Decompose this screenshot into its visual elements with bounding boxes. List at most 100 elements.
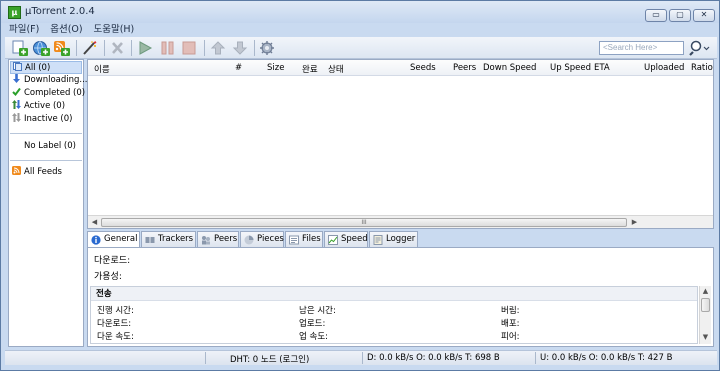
column-header-seeds[interactable]: Seeds — [410, 63, 436, 73]
field-time-elapsed: 진행 시간: — [97, 306, 134, 316]
sidebar-item-all[interactable]: All (0) — [10, 61, 82, 74]
tab-label: Peers — [214, 234, 238, 244]
app-window: µ µTorrent 2.0.4 ▭ ▢ ✕ 파일(F) 옵션(O) 도움말(H… — [0, 0, 720, 371]
torrent-list[interactable]: 이름 # Size 완료 상태 Seeds Peers Down Speed U… — [87, 59, 714, 229]
pause-icon[interactable] — [159, 40, 177, 56]
availability-label: 가용성: — [94, 272, 122, 282]
sidebar-item-downloading[interactable]: Downloading... — [12, 74, 88, 87]
pieces-icon — [244, 235, 254, 245]
tab-label: Logger — [386, 234, 416, 244]
toolbar-separator — [104, 40, 105, 56]
transfer-title: 전송 — [91, 287, 697, 301]
sidebar-item-all-feeds[interactable]: All Feeds — [12, 166, 62, 179]
preferences-icon[interactable] — [259, 40, 277, 56]
tab-trackers[interactable]: Trackers — [141, 231, 196, 247]
sidebar-item-label: Active (0) — [24, 101, 66, 111]
sidebar-item-label: All Feeds — [24, 167, 62, 177]
column-header-name[interactable]: 이름 — [94, 63, 110, 75]
status-separator — [535, 352, 536, 364]
move-down-icon[interactable] — [232, 40, 250, 56]
horizontal-scrollbar[interactable]: ◀ III ▶ — [88, 215, 713, 228]
field-up-speed: 업 속도: — [299, 332, 329, 342]
start-icon[interactable] — [136, 40, 154, 56]
sidebar-item-no-label[interactable]: No Label (0) — [24, 140, 76, 153]
status-download[interactable]: D: 0.0 kB/s O: 0.0 kB/s T: 698 B — [367, 353, 500, 363]
vertical-scrollbar[interactable]: ▲ ▼ — [699, 286, 711, 344]
tab-label: Trackers — [158, 234, 194, 244]
maximize-button[interactable]: ▢ — [669, 9, 691, 22]
sidebar-item-label: Completed (0) — [24, 88, 86, 98]
rss-feed-icon — [12, 166, 21, 175]
create-torrent-icon[interactable] — [53, 40, 71, 56]
field-down-speed: 다운 속도: — [97, 332, 134, 342]
magic-wand-icon[interactable] — [81, 40, 99, 56]
menu-file[interactable]: 파일(F) — [5, 23, 43, 37]
field-remaining: 남은 시간: — [299, 306, 336, 316]
remove-icon[interactable] — [109, 40, 127, 56]
column-header-up-speed[interactable]: Up Speed — [550, 63, 591, 73]
menu-options[interactable]: 옵션(O) — [46, 23, 86, 37]
field-seeds: 배포: — [501, 319, 520, 329]
add-url-icon[interactable] — [32, 40, 50, 56]
column-header-uploaded[interactable]: Uploaded — [644, 63, 684, 73]
tab-speed[interactable]: Speed — [324, 231, 368, 247]
scroll-right-icon[interactable]: ▶ — [629, 217, 640, 228]
field-downloaded: 다운로드: — [97, 319, 132, 329]
checkmark-icon — [12, 87, 21, 96]
all-icon — [13, 62, 22, 71]
menu-bar: 파일(F) 옵션(O) 도움말(H) — [5, 23, 138, 37]
scroll-up-icon[interactable]: ▲ — [700, 286, 711, 297]
sidebar-item-completed[interactable]: Completed (0) — [12, 87, 85, 100]
column-header-number[interactable]: # — [235, 63, 242, 73]
tab-peers[interactable]: Peers — [197, 231, 239, 247]
tab-label: Speed — [341, 234, 368, 244]
column-header-size[interactable]: Size — [267, 63, 284, 73]
scroll-left-icon[interactable]: ◀ — [89, 217, 100, 228]
column-header-ratio[interactable]: Ratio — [691, 63, 713, 73]
toolbar-separator — [131, 40, 132, 56]
toolbar-separator — [204, 40, 205, 56]
scroll-thumb[interactable] — [701, 298, 710, 312]
sidebar-item-inactive[interactable]: Inactive (0) — [12, 113, 72, 126]
status-dht[interactable]: DHT: 0 노드 (로그인) — [230, 353, 309, 365]
add-torrent-icon[interactable] — [11, 40, 29, 56]
search-input[interactable]: <Search Here> — [599, 41, 684, 55]
peers-icon — [202, 236, 210, 245]
scroll-down-icon[interactable]: ▼ — [700, 332, 711, 343]
tab-label: Pieces — [257, 234, 284, 244]
search-icon[interactable] — [688, 40, 710, 56]
minimize-button[interactable]: ▭ — [645, 9, 667, 22]
toolbar-separator — [254, 40, 255, 56]
trackers-icon — [145, 237, 155, 243]
tab-general[interactable]: General — [87, 231, 140, 248]
tab-pieces[interactable]: Pieces — [240, 231, 284, 247]
status-bar: DHT: 0 노드 (로그인) D: 0.0 kB/s O: 0.0 kB/s … — [5, 350, 717, 365]
utorrent-logo-icon: µ — [8, 6, 21, 19]
column-header-peers[interactable]: Peers — [453, 63, 476, 73]
tab-logger[interactable]: Logger — [369, 231, 418, 247]
download-arrow-icon — [13, 74, 20, 83]
move-up-icon[interactable] — [210, 40, 228, 56]
menu-help[interactable]: 도움말(H) — [89, 23, 138, 37]
status-upload[interactable]: U: 0.0 kB/s O: 0.0 kB/s T: 427 B — [540, 353, 672, 363]
column-header-done[interactable]: 완료 — [302, 63, 318, 75]
files-icon — [289, 235, 299, 245]
sidebar-divider — [10, 160, 82, 161]
info-icon — [91, 235, 101, 245]
sidebar-item-label: Inactive (0) — [24, 114, 73, 124]
sidebar-divider — [10, 133, 82, 134]
sidebar-item-active[interactable]: Active (0) — [12, 100, 65, 113]
title-bar[interactable]: µ µTorrent 2.0.4 ▭ ▢ ✕ — [1, 1, 719, 23]
status-separator — [205, 352, 206, 364]
close-button[interactable]: ✕ — [693, 9, 715, 22]
general-panel: 다운로드: 가용성: 전송 진행 시간: 남은 시간: 버림: 다운로드: 업로… — [87, 247, 714, 347]
scroll-thumb[interactable]: III — [101, 218, 627, 227]
tab-label: Files — [302, 234, 321, 244]
toolbar-separator — [76, 40, 77, 56]
column-header-down-speed[interactable]: Down Speed — [483, 63, 536, 73]
column-header-status[interactable]: 상태 — [328, 63, 344, 75]
tab-files[interactable]: Files — [285, 231, 323, 247]
category-sidebar: All (0) Downloading... Completed (0) Act… — [8, 59, 88, 347]
stop-icon[interactable] — [181, 40, 199, 56]
column-header-eta[interactable]: ETA — [594, 63, 610, 73]
